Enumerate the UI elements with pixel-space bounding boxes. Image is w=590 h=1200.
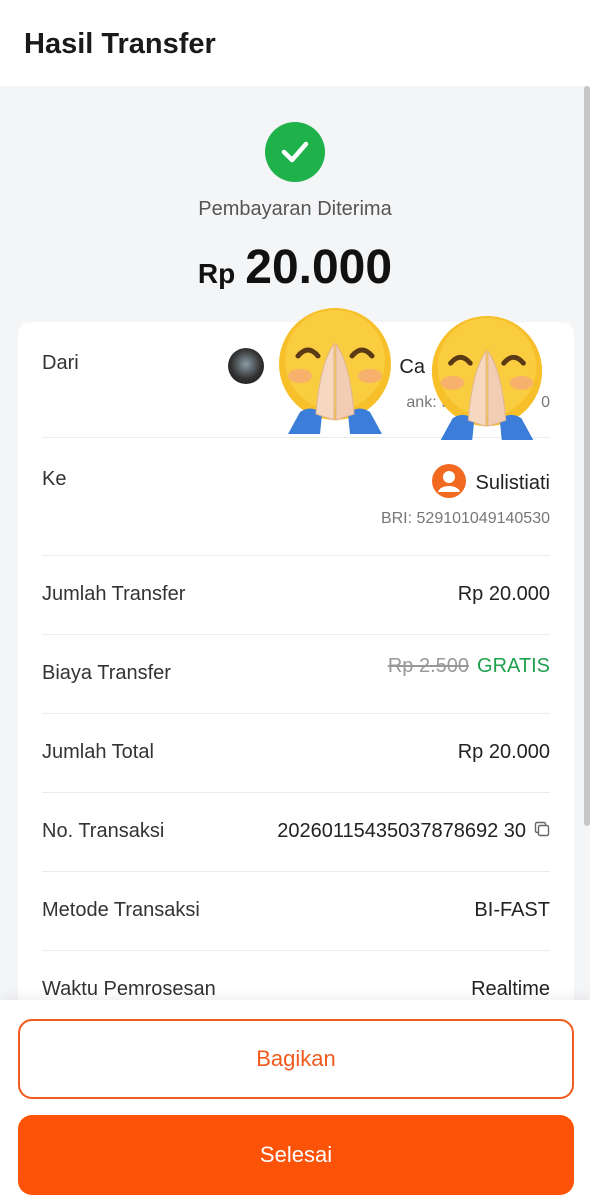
metode-transaksi-value: BI-FAST bbox=[474, 899, 550, 921]
no-transaksi-value: 20260115435037878692 30 bbox=[277, 820, 550, 843]
recipient-bank: BRI: 529101049140530 bbox=[380, 510, 550, 527]
sender-avatar bbox=[228, 348, 264, 384]
biaya-transfer-value: Rp 2.500 GRATIS bbox=[388, 655, 550, 678]
free-badge: GRATIS bbox=[477, 655, 550, 677]
praying-emoji-icon bbox=[270, 304, 400, 434]
waktu-pemrosesan-label: Waktu Pemrosesan bbox=[42, 978, 216, 1000]
transfer-amount: Rp 20.000 bbox=[0, 240, 590, 295]
done-button[interactable]: Selesai bbox=[18, 1115, 574, 1195]
jumlah-transfer-value: Rp 20.000 bbox=[457, 583, 550, 605]
transaction-number: 20260115435037878692 30 bbox=[277, 820, 526, 842]
jumlah-total-value: Rp 20.000 bbox=[457, 741, 550, 763]
user-icon bbox=[432, 464, 466, 498]
check-icon bbox=[265, 122, 325, 182]
share-button[interactable]: Bagikan bbox=[18, 1019, 574, 1099]
detail-row-jumlah-total: Jumlah Total Rp 20.000 bbox=[42, 714, 550, 793]
amount-value: 20.000 bbox=[245, 241, 393, 294]
waktu-pemrosesan-value: Realtime bbox=[471, 978, 550, 1000]
recipient-name: Sulistiati bbox=[475, 472, 550, 494]
amount-currency: Rp bbox=[197, 258, 236, 289]
no-transaksi-label: No. Transaksi bbox=[42, 820, 165, 842]
bottom-action-bar: Bagikan Selesai bbox=[0, 1000, 590, 1200]
biaya-transfer-label: Biaya Transfer bbox=[42, 662, 171, 684]
status-text: Pembayaran Diterima bbox=[198, 198, 392, 220]
detail-row-ke: Ke Sulistiati BRI: 529101049140530 bbox=[42, 438, 550, 556]
ke-label: Ke bbox=[42, 468, 67, 490]
detail-row-no-transaksi: No. Transaksi 20260115435037878692 30 bbox=[42, 793, 550, 872]
dari-label: Dari bbox=[42, 352, 79, 374]
praying-emoji-icon bbox=[423, 312, 551, 440]
page-title: Hasil Transfer bbox=[24, 28, 216, 60]
detail-row-jumlah-transfer: Jumlah Transfer Rp 20.000 bbox=[42, 556, 550, 635]
detail-row-biaya-transfer: Biaya Transfer Rp 2.500 GRATIS bbox=[42, 635, 550, 714]
copy-icon[interactable] bbox=[534, 820, 550, 843]
sender-name-part: Ca bbox=[399, 356, 425, 378]
detail-row-metode-transaksi: Metode Transaksi BI-FAST bbox=[42, 872, 550, 951]
jumlah-total-label: Jumlah Total bbox=[42, 741, 154, 763]
scrollbar[interactable] bbox=[584, 86, 590, 826]
original-fee: Rp 2.500 bbox=[387, 655, 470, 677]
metode-transaksi-label: Metode Transaksi bbox=[42, 899, 200, 921]
jumlah-transfer-label: Jumlah Transfer bbox=[42, 583, 186, 605]
app-header: Hasil Transfer bbox=[0, 0, 590, 86]
